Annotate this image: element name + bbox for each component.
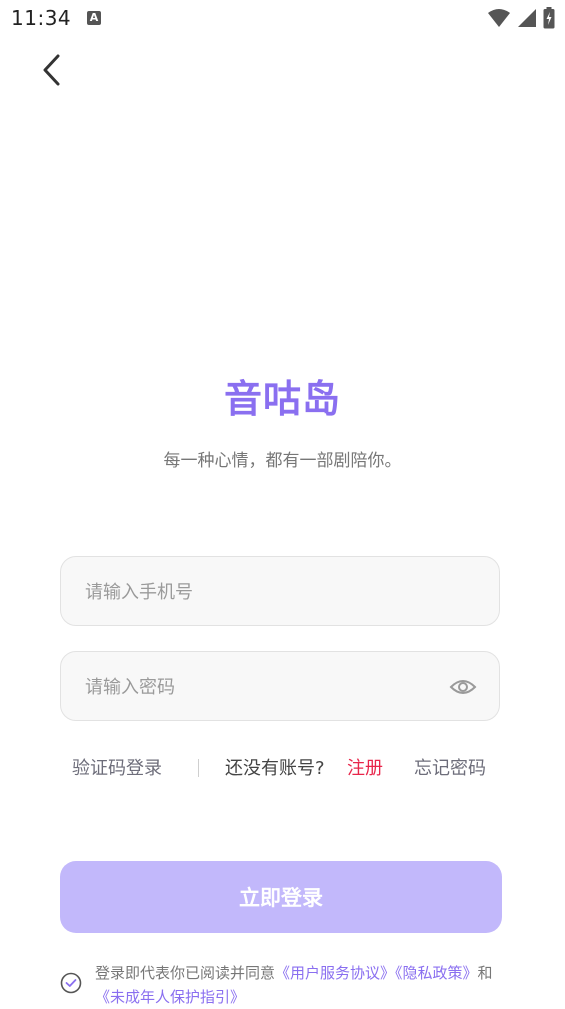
app-slogan: 每一种心情，都有一部剧陪你。 [163,451,402,471]
login-button[interactable]: 立即登录 [60,861,502,933]
divider [198,759,199,777]
wifi-icon [488,9,510,27]
status-time: 11:34 [11,6,72,30]
signal-icon [518,9,536,27]
app-title: 音咕岛 [223,377,341,421]
register-link[interactable]: 注册 [347,754,383,780]
back-button[interactable] [32,48,72,92]
minor-guide-link[interactable]: 《未成年人保护指引》 [95,988,245,1006]
password-field[interactable] [60,651,500,722]
forgot-password-link[interactable]: 忘记密码 [414,754,486,780]
battery-charging-icon [543,7,555,29]
phone-input[interactable] [83,557,447,627]
chevron-left-icon [43,54,60,86]
notification-badge: A [87,11,101,25]
links-row: 验证码登录 还没有账号? 注册 忘记密码 [0,754,565,782]
status-bar: 11:34 A [0,0,565,38]
no-account-text: 还没有账号? [225,758,325,779]
sms-login-link[interactable]: 验证码登录 [72,754,162,780]
status-icons [487,7,555,29]
user-agreement-link[interactable]: 《用户服务协议》 [275,964,395,982]
agreement-checkbox[interactable] [60,972,82,994]
eye-icon[interactable] [449,673,477,701]
agreement-text: 登录即代表你已阅读并同意《用户服务协议》《隐私政策》和《未成年人保护指引》 [95,961,505,1009]
agreement-and: 和 [477,964,493,982]
phone-field[interactable] [60,556,500,627]
agreement-prefix: 登录即代表你已阅读并同意 [95,964,276,982]
password-input[interactable] [83,652,447,722]
privacy-policy-link[interactable]: 《隐私政策》 [395,964,478,982]
